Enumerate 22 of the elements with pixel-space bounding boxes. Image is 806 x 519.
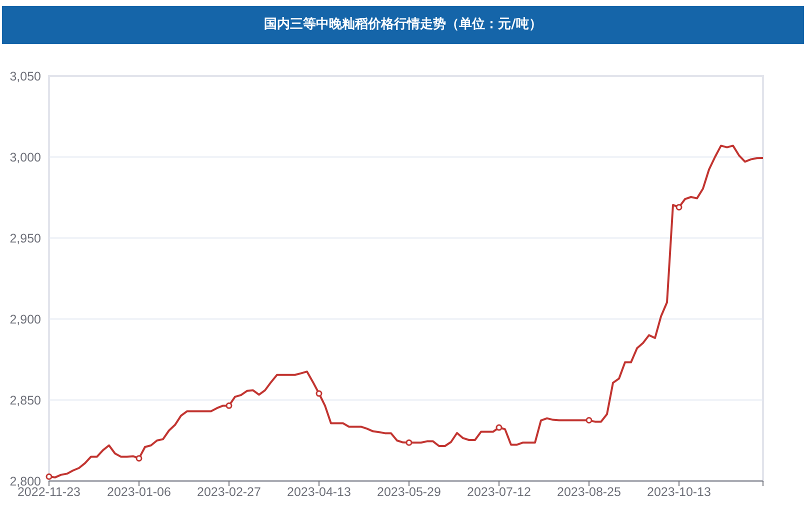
data-point-marker (406, 439, 412, 446)
data-point-marker (496, 424, 502, 431)
data-point-marker (316, 390, 322, 397)
x-tick-label: 2023-07-12 (467, 485, 531, 499)
chart-title: 国内三等中晚籼稻价格行情走势（单位：元/吨） (2, 6, 804, 44)
data-point-marker (586, 417, 592, 424)
x-tick-label: 2023-05-29 (377, 485, 441, 499)
data-point-marker (676, 204, 682, 210)
data-point-marker (136, 455, 142, 462)
y-tick-label: 3,000 (10, 150, 41, 164)
y-tick-label: 3,050 (10, 70, 41, 84)
y-tick-label: 2,800 (10, 474, 41, 488)
data-point-marker (226, 402, 232, 409)
y-tick-label: 2,850 (10, 394, 41, 408)
x-tick-label: 2023-08-25 (557, 485, 621, 499)
x-tick-label: 2023-02-27 (197, 485, 261, 499)
x-tick-label: 2023-10-13 (647, 485, 711, 499)
y-tick-label: 2,950 (10, 232, 41, 246)
y-tick-label: 2,900 (10, 312, 41, 326)
data-point-marker (46, 473, 52, 480)
x-tick-label: 2023-04-13 (287, 485, 351, 499)
x-tick-label: 2023-01-06 (107, 485, 171, 499)
